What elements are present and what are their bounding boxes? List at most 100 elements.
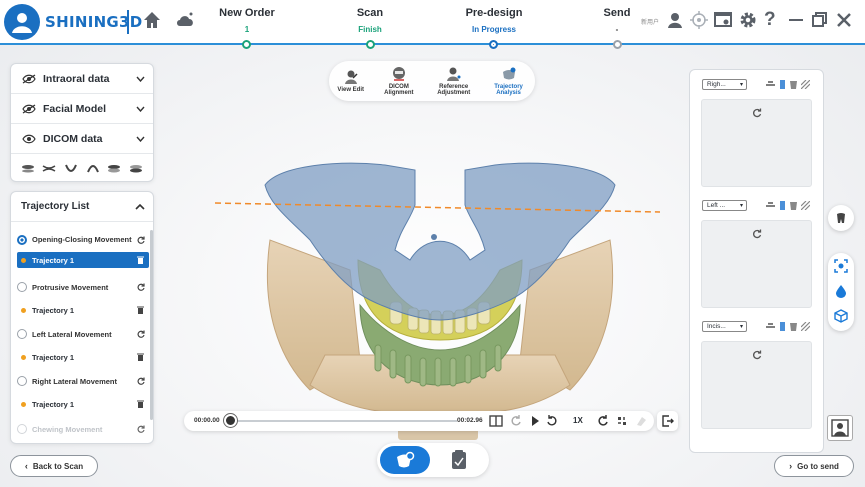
focus-icon[interactable] <box>834 259 848 273</box>
movement-row[interactable]: Opening-Closing Movement <box>17 228 149 252</box>
split-view-icon[interactable] <box>489 415 503 427</box>
refresh-icon[interactable] <box>752 350 762 360</box>
drop-icon[interactable] <box>835 284 847 298</box>
movement-row[interactable]: Protrusive Movement <box>17 276 149 298</box>
cloud-sync-icon[interactable] <box>175 10 197 33</box>
home-icon[interactable] <box>142 10 162 33</box>
view-edit-tool[interactable]: View Edit <box>337 69 364 93</box>
movement-row[interactable]: Left Lateral Movement <box>17 323 149 345</box>
go-to-send-button[interactable]: › Go to send <box>774 455 854 477</box>
view-select-right[interactable]: Righ... ▾ <box>702 79 747 90</box>
view-select-incisal[interactable]: Incis... ▾ <box>702 321 747 332</box>
timeline-track[interactable] <box>234 420 457 422</box>
intraoral-data-row[interactable]: Intraoral data <box>11 64 153 94</box>
radio[interactable] <box>17 329 27 339</box>
tab-trajectory-mode[interactable] <box>380 446 430 474</box>
dicom-data-row[interactable]: DICOM data <box>11 124 153 154</box>
refresh-icon[interactable] <box>752 229 762 239</box>
tab-report[interactable] <box>451 450 467 473</box>
scrollbar[interactable] <box>150 230 153 420</box>
screenshot-icon[interactable] <box>714 11 732 32</box>
cube-icon[interactable] <box>834 309 848 323</box>
arch-icon[interactable] <box>766 201 775 210</box>
hatch-icon[interactable] <box>801 80 810 89</box>
radio[interactable] <box>17 282 27 292</box>
trajectory-item[interactable]: Trajectory 1 <box>17 302 149 318</box>
exit-button[interactable] <box>657 411 678 431</box>
movement-row[interactable]: Chewing Movement <box>17 418 149 440</box>
rewind-icon[interactable] <box>510 415 522 427</box>
arch-icon[interactable] <box>766 322 775 331</box>
trajectory-item-selected[interactable]: Trajectory 1 <box>17 252 149 268</box>
user-icon[interactable] <box>666 11 684 32</box>
tooth-toggle-button[interactable] <box>828 205 854 231</box>
refresh-icon[interactable] <box>752 108 762 118</box>
back-to-scan-button[interactable]: ‹ Back to Scan <box>10 455 98 477</box>
movement-chewing: Chewing Movement <box>17 418 149 440</box>
reset-icon[interactable] <box>137 283 145 291</box>
chevron-down-icon[interactable] <box>136 136 145 142</box>
restore-icon[interactable] <box>811 11 827 32</box>
radio[interactable] <box>17 424 27 434</box>
eye-icon[interactable] <box>21 134 37 144</box>
trash-icon[interactable] <box>137 306 144 314</box>
minimize-icon[interactable] <box>788 11 804 32</box>
facial-model-row[interactable]: Facial Model <box>11 94 153 124</box>
reset-icon[interactable] <box>137 330 145 338</box>
blue-tooth-icon[interactable] <box>779 80 786 89</box>
settings-grid-icon[interactable] <box>616 415 628 427</box>
eye-hidden-icon[interactable] <box>21 103 37 114</box>
reset-icon[interactable] <box>137 377 145 385</box>
eye-hidden-icon[interactable] <box>21 73 37 84</box>
blue-tooth-icon[interactable] <box>779 322 786 331</box>
trajectory-dot <box>21 354 26 360</box>
reset-icon[interactable] <box>137 425 145 433</box>
trash-icon[interactable] <box>137 353 144 361</box>
close-icon[interactable] <box>836 11 852 32</box>
chevron-up-icon[interactable] <box>135 203 145 210</box>
loop-icon[interactable] <box>597 415 609 427</box>
arch-icon[interactable] <box>766 80 775 89</box>
trajectory-analysis-tool[interactable]: Trajectory Analysis <box>491 66 527 96</box>
radio[interactable] <box>17 376 27 386</box>
trash-icon[interactable] <box>137 256 144 264</box>
step-new-order[interactable]: New Order 1 <box>197 7 297 34</box>
hatch-icon[interactable] <box>801 201 810 210</box>
reset-icon[interactable] <box>137 236 145 244</box>
chevron-down-icon[interactable] <box>136 76 145 82</box>
trajectory-list-header[interactable]: Trajectory List <box>11 192 153 222</box>
forward-icon[interactable] <box>546 415 558 427</box>
portrait-view-button[interactable] <box>827 415 853 441</box>
step-pre-design[interactable]: Pre-design In Progress <box>444 7 544 34</box>
blue-tooth-icon[interactable] <box>779 201 786 210</box>
radio-selected[interactable] <box>17 235 27 245</box>
tooth-icon[interactable] <box>790 322 797 331</box>
front-view-icon[interactable] <box>42 164 56 173</box>
left-view-icon[interactable] <box>107 164 121 173</box>
view-select-left[interactable]: Left ... ▾ <box>702 200 747 211</box>
help-icon[interactable]: ? <box>764 9 776 31</box>
trajectory-item[interactable]: Trajectory 1 <box>17 349 149 365</box>
tooth-icon[interactable] <box>790 201 797 210</box>
chevron-down-icon[interactable] <box>136 106 145 112</box>
tooth-icon[interactable] <box>790 80 797 89</box>
jaw-3d-model[interactable] <box>210 160 670 445</box>
play-icon[interactable] <box>530 415 540 427</box>
upper-view-icon[interactable] <box>86 164 100 173</box>
reference-adjustment-tool[interactable]: Reference Adjustment <box>434 66 474 96</box>
trajectory-item[interactable]: Trajectory 1 <box>17 396 149 412</box>
timeline-thumb[interactable] <box>224 414 237 427</box>
speed-label[interactable]: 1X <box>573 416 583 425</box>
dicom-alignment-tool[interactable]: DICOM Alignment <box>381 66 417 96</box>
lower-view-icon[interactable] <box>64 164 78 173</box>
gear-icon[interactable] <box>739 11 757 32</box>
right-view-icon[interactable] <box>129 164 143 173</box>
movement-row[interactable]: Right Lateral Movement <box>17 370 149 392</box>
dicom-alignment-icon <box>392 67 405 81</box>
hatch-icon[interactable] <box>801 322 810 331</box>
eraser-icon[interactable] <box>635 415 647 427</box>
step-scan[interactable]: Scan Finish <box>320 7 420 34</box>
trash-icon[interactable] <box>137 400 144 408</box>
target-icon[interactable] <box>690 11 708 32</box>
upper-arch-view-icon[interactable] <box>21 164 35 173</box>
